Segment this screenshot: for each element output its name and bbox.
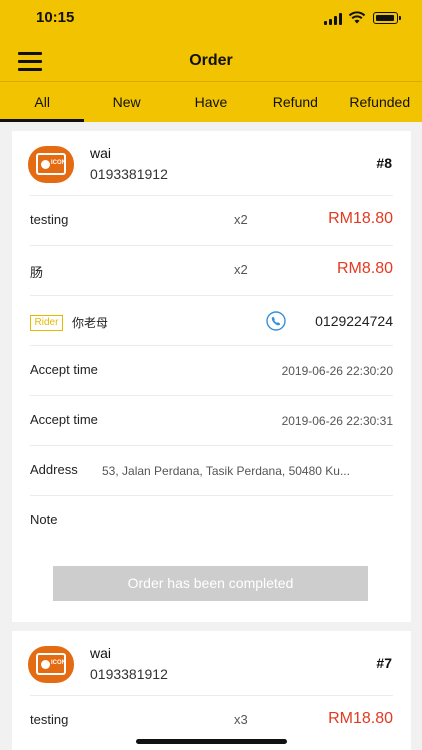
store-avatar: ICON	[28, 646, 74, 683]
accept-time-label: Accept time	[30, 362, 98, 377]
order-completed-button[interactable]: Order has been completed	[53, 566, 368, 601]
phone-icon[interactable]	[266, 311, 286, 331]
page-title: Order	[189, 52, 233, 69]
rider-tag: Rider	[30, 315, 63, 331]
status-time: 10:15	[36, 9, 75, 26]
tab-refunded[interactable]: Refunded	[338, 82, 422, 122]
tab-new[interactable]: New	[84, 82, 168, 122]
tab-all[interactable]: All	[0, 82, 85, 122]
accept-time-label: Accept time	[30, 412, 98, 427]
address-value: 53, Jalan Perdana, Tasik Perdana, 50480 …	[102, 464, 350, 478]
item-name: testing	[30, 212, 69, 227]
rider-name: 你老母	[72, 316, 109, 330]
accept-time-value: 2019-06-26 22:30:31	[281, 414, 393, 428]
item-quantity: x2	[234, 212, 248, 227]
order-item-row: testing x2 RM18.80	[30, 195, 393, 245]
accept-time-value: 2019-06-26 22:30:20	[281, 364, 393, 378]
tab-have[interactable]: Have	[169, 82, 253, 122]
item-quantity: x3	[234, 712, 248, 727]
home-indicator[interactable]	[136, 739, 287, 744]
rider-row: Rider 你老母 0129224724	[30, 295, 393, 345]
order-card-header: ICON wai 0193381912 #8	[12, 131, 411, 194]
address-row: Address 53, Jalan Perdana, Tasik Perdana…	[30, 445, 393, 495]
customer-phone: 0193381912	[90, 166, 168, 182]
battery-icon	[373, 12, 401, 24]
store-avatar: ICON	[28, 146, 74, 183]
app-header: 10:15 Order All New Have Refund Refunded	[0, 0, 422, 122]
item-name: 肠	[30, 265, 44, 280]
order-card[interactable]: ICON wai 0193381912 #8 testing x2 RM18.8…	[12, 131, 411, 622]
item-name: testing	[30, 712, 69, 727]
order-number: #7	[376, 655, 392, 671]
order-number: #8	[376, 155, 392, 171]
cellular-signal-icon	[324, 13, 342, 25]
rider-phone[interactable]: 0129224724	[315, 313, 393, 329]
order-card[interactable]: ICON wai 0193381912 #7 testing x3 RM18.8…	[12, 631, 411, 750]
customer-name: wai	[90, 645, 112, 661]
item-price: RM18.80	[328, 210, 393, 227]
note-label: Note	[30, 512, 58, 527]
order-tabs: All New Have Refund Refunded	[0, 82, 422, 122]
note-row: Note	[30, 495, 393, 545]
customer-phone: 0193381912	[90, 666, 168, 682]
item-price: RM8.80	[336, 260, 393, 277]
item-quantity: x2	[234, 262, 248, 277]
wifi-icon	[348, 11, 366, 24]
accept-time-row: Accept time 2019-06-26 22:30:20	[30, 345, 393, 395]
tab-refund[interactable]: Refund	[253, 82, 337, 122]
order-item-row: testing x3 RM18.80	[30, 695, 393, 745]
accept-time-row: Accept time 2019-06-26 22:30:31	[30, 395, 393, 445]
customer-name: wai	[90, 145, 112, 161]
order-card-header: ICON wai 0193381912 #7	[12, 631, 411, 694]
order-item-row: 肠 x2 RM8.80	[30, 245, 393, 295]
item-price: RM18.80	[328, 710, 393, 727]
status-bar: 10:15	[0, 0, 422, 40]
address-label: Address	[30, 462, 78, 477]
nav-bar: Order	[0, 40, 422, 82]
